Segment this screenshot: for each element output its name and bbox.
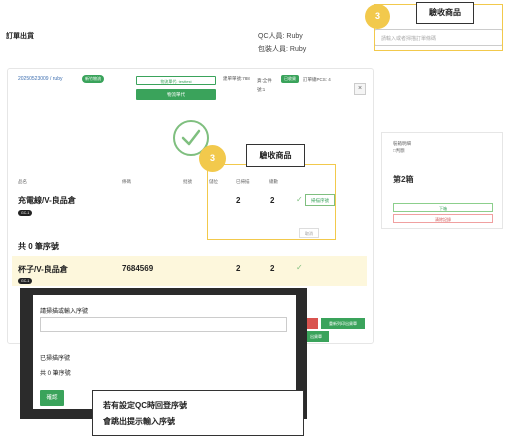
row2-tag: GC-1 (18, 278, 33, 284)
callout-note: 若有設定QC時回登序號 會跳出提示輸入序號 (92, 390, 304, 436)
box-settings: 裝箱明細 □判斷 (393, 140, 411, 154)
header-product-name: 品名 (18, 179, 27, 184)
step-number-badge-mid: 3 (199, 145, 226, 172)
barcode-row2: 7684569 (122, 264, 154, 273)
page-title: 訂單出貨 (6, 33, 34, 40)
check-mark-icon (181, 129, 201, 146)
box-checkbox[interactable]: □判斷 (393, 147, 411, 154)
callout-note-line1: 若有設定QC時回登序號 (103, 401, 187, 410)
modal-title: 請掃描或輸入序號 (40, 309, 89, 315)
payment-line-2: 號:1 (257, 87, 266, 92)
scanned-serial-label: 已掃描序號 (40, 356, 71, 362)
status-badge: 已收貨 (281, 75, 299, 83)
header-batch: 批號 (183, 179, 192, 184)
product-name-row1: 充電線/V-良品倉 (18, 196, 76, 205)
callout-label-top: 驗收商品 (416, 2, 474, 24)
modal-serial-count: 共 0 筆序號 (40, 371, 71, 377)
shipping-badge: 新竹物流 (82, 75, 104, 83)
box-title: 第2箱 (393, 175, 414, 184)
clear-record-button[interactable]: 清除記錄 (393, 214, 493, 223)
scanned-count-row2: 2 (236, 264, 241, 273)
confirm-button[interactable]: 確認 (40, 390, 64, 406)
callout-note-line2: 會跳出提示輸入序號 (103, 417, 175, 426)
box-settings-label: 裝箱明細 (393, 141, 411, 146)
product-name-row2: 杯子/V-良品倉 (18, 265, 68, 274)
logistics-button[interactable]: 物流單代 (136, 89, 216, 100)
logistics-input[interactable]: 物流單代: testtest (136, 76, 216, 85)
payment-line-1: 貨:全件 (257, 78, 272, 83)
packing-staff-label: 包裝人員: Ruby (258, 46, 307, 53)
header-barcode: 條碼 (122, 179, 131, 184)
qc-staff-label: QC人員: Ruby (258, 33, 303, 40)
payment-info: 貨:全件 號:1 (257, 76, 272, 94)
serial-count-text: 共 0 筆序號 (18, 242, 59, 251)
order-id-link[interactable]: 20250523009 / ruby (18, 76, 62, 82)
reprint-shipping-button[interactable]: 重新列印出貨單 (321, 318, 365, 329)
row1-tag: GC-1 (18, 210, 33, 216)
callout-label-mid: 驗收商品 (246, 144, 305, 167)
order-number-text: 建單單號:788 (223, 76, 250, 81)
serial-input[interactable] (40, 317, 287, 332)
row2-check-icon: ✓ (296, 263, 303, 272)
step-number-badge-top: 3 (365, 4, 390, 29)
close-order-button[interactable]: × (354, 83, 366, 95)
total-count-row2: 2 (270, 264, 275, 273)
next-box-button[interactable]: 下箱 (393, 203, 493, 212)
callout-highlight-mid (207, 164, 336, 240)
